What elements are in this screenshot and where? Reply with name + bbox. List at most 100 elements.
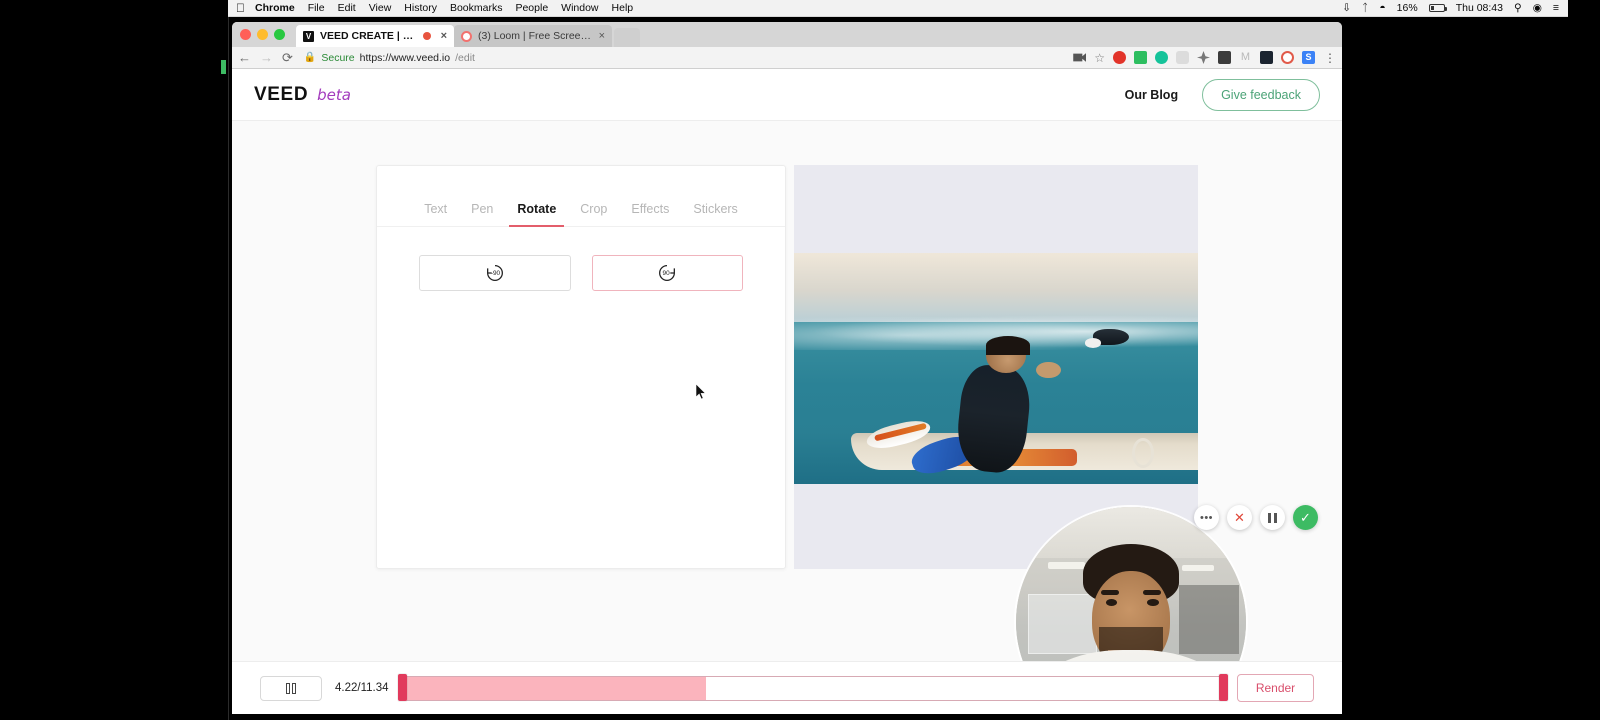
- pin-icon[interactable]: [1197, 51, 1210, 64]
- tab-strip: V VEED CREATE | Edit × (3) Loom | Free S…: [232, 22, 1342, 47]
- close-tab-icon[interactable]: ×: [441, 30, 447, 42]
- timeline-bar: 4.22/11.34 Render: [232, 661, 1342, 714]
- chrome-window: V VEED CREATE | Edit × (3) Loom | Free S…: [232, 22, 1342, 714]
- menu-item-help[interactable]: Help: [612, 2, 634, 14]
- tab-crop[interactable]: Crop: [580, 202, 607, 226]
- bluetooth-icon[interactable]: ᛏ: [1362, 2, 1368, 14]
- apple-icon[interactable]: : [236, 2, 245, 14]
- recording-edge-marker: [221, 60, 226, 74]
- check-icon: ✓: [1300, 510, 1311, 525]
- omnibox-toolbar: ← → ⟳ 🔒 Secure https://www.veed.io /edit…: [232, 47, 1342, 69]
- tab-text[interactable]: Text: [424, 202, 447, 226]
- new-tab-button[interactable]: [614, 28, 640, 47]
- tab-stickers[interactable]: Stickers: [693, 202, 737, 226]
- chrome-menu-icon[interactable]: ⋮: [1324, 52, 1336, 64]
- editor-workspace: Text Pen Rotate Crop Effects Stickers -9…: [232, 121, 1342, 714]
- surf-scene-image: [794, 253, 1198, 484]
- forward-arrow-icon[interactable]: →: [260, 51, 273, 64]
- timeline-track[interactable]: [401, 675, 1224, 701]
- time-display: 4.22/11.34: [335, 682, 389, 694]
- beta-badge: beta: [317, 85, 351, 104]
- minimize-window-button[interactable]: [257, 29, 268, 40]
- header-actions: Our Blog Give feedback: [1125, 78, 1320, 111]
- maximize-window-button[interactable]: [274, 29, 285, 40]
- tab-recording-indicator-icon[interactable]: [422, 32, 431, 40]
- finish-recording-button[interactable]: ✓: [1293, 505, 1318, 530]
- tab-effects[interactable]: Effects: [631, 202, 669, 226]
- browser-tab-loom[interactable]: (3) Loom | Free Screen & Vide ×: [454, 25, 612, 47]
- download-icon[interactable]: ⇩: [1342, 2, 1351, 14]
- pause-recording-button[interactable]: [1260, 505, 1285, 530]
- menu-item-chrome[interactable]: Chrome: [255, 2, 295, 14]
- grammarly-icon[interactable]: [1155, 51, 1168, 64]
- rotate-cw-label: 90: [663, 270, 671, 277]
- spotlight-search-icon[interactable]: ⚲: [1514, 2, 1522, 14]
- rotate-counterclockwise-button[interactable]: -90: [419, 255, 571, 291]
- screen:  Chrome File Edit View History Bookmark…: [0, 0, 1600, 720]
- evernote-icon[interactable]: [1134, 51, 1147, 64]
- rotate-counterclockwise-icon: -90: [486, 265, 503, 281]
- window-left-edge: [228, 17, 229, 720]
- render-button[interactable]: Render: [1237, 674, 1314, 702]
- pause-icon: [1268, 512, 1277, 523]
- opera-icon[interactable]: [1113, 51, 1126, 64]
- trim-handle-left[interactable]: [397, 673, 407, 701]
- loom-icon[interactable]: [1281, 51, 1294, 64]
- timeline-track-wrapper[interactable]: [397, 673, 1228, 702]
- give-feedback-button[interactable]: Give feedback: [1202, 78, 1320, 111]
- cancel-recording-button[interactable]: ✕: [1227, 505, 1252, 530]
- dark-reader-icon[interactable]: [1218, 51, 1231, 64]
- rotate-clockwise-icon: 90: [659, 265, 676, 281]
- menu-item-window[interactable]: Window: [561, 2, 598, 14]
- rotate-clockwise-button[interactable]: 90: [591, 255, 743, 291]
- timeline-progress-fill: [402, 676, 707, 700]
- trim-handle-right[interactable]: [1219, 673, 1228, 701]
- our-blog-link[interactable]: Our Blog: [1125, 88, 1178, 102]
- rotate-ccw-label: -90: [491, 270, 501, 277]
- momentum-icon[interactable]: M: [1239, 51, 1252, 64]
- menu-item-edit[interactable]: Edit: [338, 2, 356, 14]
- play-pause-button[interactable]: [260, 675, 322, 701]
- tab-title: (3) Loom | Free Screen & Vide: [478, 30, 594, 42]
- app-header: VEED beta Our Blog Give feedback: [232, 69, 1342, 121]
- battery-icon[interactable]: [1428, 4, 1447, 12]
- editor-tab-bar: Text Pen Rotate Crop Effects Stickers: [377, 166, 785, 227]
- browser-tab-veed[interactable]: V VEED CREATE | Edit ×: [296, 25, 454, 47]
- reload-icon[interactable]: ⟳: [282, 51, 293, 64]
- veed-logo[interactable]: VEED: [254, 84, 308, 106]
- pocket-icon[interactable]: [1176, 51, 1189, 64]
- loom-favicon: [461, 30, 472, 42]
- address-bar[interactable]: 🔒 Secure https://www.veed.io /edit: [304, 52, 1064, 64]
- more-options-button[interactable]: •••: [1194, 505, 1219, 530]
- menu-item-view[interactable]: View: [369, 2, 392, 14]
- rotate-controls: -90 90: [377, 227, 785, 291]
- lock-icon: 🔒: [303, 52, 317, 63]
- tab-pen[interactable]: Pen: [471, 202, 493, 226]
- react-devtools-icon[interactable]: [1260, 51, 1273, 64]
- secure-label: Secure: [321, 51, 355, 64]
- menu-item-people[interactable]: People: [515, 2, 548, 14]
- tab-rotate[interactable]: Rotate: [509, 202, 565, 227]
- back-arrow-icon[interactable]: ←: [238, 51, 251, 64]
- wifi-icon[interactable]: ◓: [1379, 2, 1385, 14]
- save-icon[interactable]: S: [1302, 51, 1315, 64]
- menu-item-file[interactable]: File: [308, 2, 325, 14]
- window-traffic-lights[interactable]: [240, 29, 285, 40]
- pause-icon: [286, 682, 290, 694]
- close-window-button[interactable]: [240, 29, 251, 40]
- screen-recorder-icon[interactable]: [1073, 52, 1087, 63]
- clock-label[interactable]: Thu 08:43: [1456, 2, 1503, 14]
- url-path: /edit: [455, 51, 475, 64]
- siri-icon[interactable]: ◉: [1533, 2, 1542, 14]
- notification-center-icon[interactable]: ≡: [1553, 2, 1559, 14]
- video-frame: [794, 253, 1198, 484]
- close-tab-icon[interactable]: ×: [599, 30, 605, 42]
- menu-item-history[interactable]: History: [404, 2, 437, 14]
- veed-page: VEED beta Our Blog Give feedback Text Pe…: [232, 69, 1342, 714]
- menu-item-bookmarks[interactable]: Bookmarks: [450, 2, 503, 14]
- close-icon: ✕: [1234, 510, 1245, 525]
- bookmark-star-icon[interactable]: ☆: [1094, 51, 1105, 65]
- mouse-cursor: [696, 384, 707, 400]
- macos-menu-bar:  Chrome File Edit View History Bookmark…: [228, 0, 1568, 17]
- editor-panel: Text Pen Rotate Crop Effects Stickers -9…: [376, 165, 786, 569]
